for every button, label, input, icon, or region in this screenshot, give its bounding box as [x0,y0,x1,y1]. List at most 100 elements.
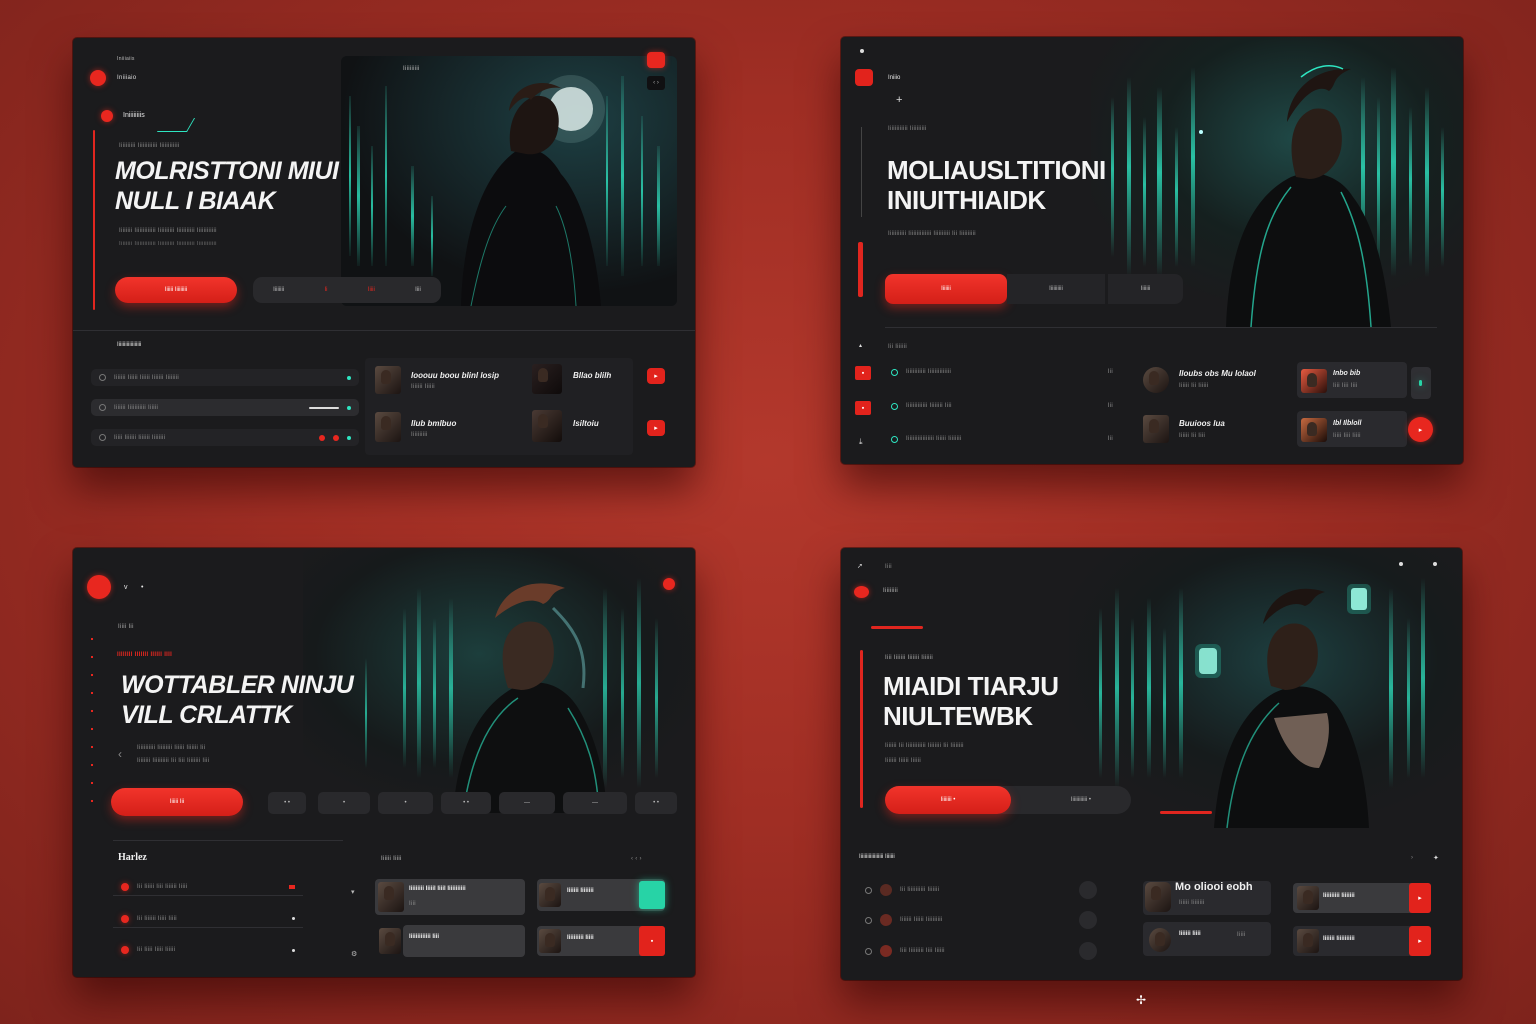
list-item[interactable]: Iiiiiii Iiiiiiiiiii Iiiiii [91,399,359,416]
list-item[interactable]: Iiiiiiiiiiii Iiiiiiiiiiiiii Iii [883,363,1121,381]
logo-icon[interactable] [854,586,869,598]
card-title[interactable]: Iiiiiii Iiiiiiiiiii [1323,936,1355,942]
card-title[interactable]: Isiltoiu [573,419,599,428]
logo-icon[interactable] [90,70,106,86]
segment-control[interactable]: Iiiiiiii Ii Iiiii Iiii [253,277,441,303]
save-button[interactable]: ▪ [639,926,665,956]
record-icon[interactable] [333,434,339,441]
list-item[interactable]: Iiiiiiiiiiiiiiiii Iiiiii Iiiiiiii Iii [883,430,1121,448]
menu-icon[interactable]: ▪ [855,401,871,415]
radio-icon[interactable] [865,916,872,924]
list-item[interactable]: Iii Iiiiiii Iiiii Iiiii [113,910,303,928]
list-item[interactable]: Iiii Iiiiiiiii Iiii Iiiiii [857,941,1105,961]
expand-icon[interactable]: ‹ › [647,76,665,90]
plus-icon[interactable]: + [896,95,902,106]
list-item[interactable]: Iii Iiiiii Iiii Iiiiiii Iiiii [113,878,303,896]
card-title[interactable]: Iiiiiiiiiiiii Iiii [409,934,439,940]
toggle-icon[interactable] [1079,881,1097,899]
pager-icon[interactable]: › [1411,854,1413,863]
card-title[interactable]: Iiiiiii Iiiii [1179,931,1201,937]
expand-icon[interactable]: ▾ [351,888,355,897]
list-item[interactable]: Iii Iiiiiiiiiii Iiiiiii [857,880,1105,900]
radio-icon[interactable] [891,435,898,443]
expand-icon[interactable]: ✦ [1433,854,1439,863]
card-title[interactable]: Iloubs obs Mu Iolaol [1179,369,1256,378]
segment-1[interactable]: Iiiiiiii [273,287,284,293]
secondary-button[interactable]: Iiiiiiiiii [1007,274,1105,304]
progress-slider[interactable] [309,406,339,409]
card-title[interactable]: Bllao blilh [573,371,611,380]
record-icon[interactable] [319,434,325,441]
radio-icon[interactable] [891,402,898,410]
record-icon[interactable] [663,578,675,590]
radio-icon[interactable] [99,374,106,381]
card-thumbnail [1297,886,1319,910]
radio-icon[interactable] [865,947,872,955]
menu-icon[interactable]: ▪ [855,366,871,380]
radio-icon[interactable] [891,368,898,376]
list-item[interactable]: Iii Iiiii Iiiii Iiiiii [113,941,303,959]
segment-button[interactable]: • [378,792,433,814]
record-icon[interactable] [121,914,129,923]
segment-button[interactable]: • [318,792,370,814]
radio-icon[interactable] [865,886,872,894]
card-title[interactable]: Inbo bib [1333,370,1360,377]
list-header: Iiiiiiiiiiiiiiiiii Iiiiiii [859,854,895,860]
hero-headline: MOLRISTTONI MIUI NULL I BIAAK [115,156,339,216]
radio-icon[interactable] [99,404,106,411]
chevron-left-icon[interactable]: ‹ [118,748,122,760]
card[interactable] [403,925,525,957]
segment-button[interactable]: • • [268,792,306,814]
play-button[interactable]: ▸ [1409,883,1431,913]
segment-button[interactable]: • • [441,792,491,814]
primary-button[interactable]: Iiiiiiii • [885,786,1011,814]
top-nav-item[interactable]: Iiii [885,564,892,570]
radio-icon[interactable] [99,434,106,441]
card-title[interactable]: Iooouu boou blinl losip [411,371,499,380]
segment-button[interactable]: — [563,792,627,814]
list-item[interactable]: Iiiiiiiiiiiii Iiiiiiii Iiii Iii [883,397,1121,415]
segment-3[interactable]: Iiiii [368,287,375,293]
nav-arrow-icon[interactable]: ➚ [857,562,863,571]
play-button[interactable]: ▸ [1408,417,1433,442]
card-title[interactable]: Ilub bmlbuo [411,419,456,428]
pin-icon[interactable]: ▴ [859,342,862,351]
settings-icon[interactable]: ⚙ [351,950,357,959]
play-button[interactable]: ▸ [1409,926,1431,956]
card-subtitle: Iiiiiii Iiiiii [411,384,435,390]
mockup-variant-2: Iniiio + Iiiiiiiiiiii Iiiiiiiiii MOLIAUS… [768,0,1536,512]
segment-4[interactable]: Iiii [415,287,421,293]
play-button[interactable] [639,881,665,909]
card-title[interactable]: Buuioos lua [1179,419,1225,428]
record-icon[interactable] [121,882,129,891]
primary-button[interactable]: Iiiiii Iiiiiiiii [115,277,237,303]
list-item[interactable]: Iiiiiii Iiiiii Iiiiiiiiii [857,910,1105,930]
play-button[interactable]: ▸ [647,420,665,436]
card-title[interactable]: Ibl Ilbloll [1333,420,1361,427]
card-title[interactable]: Iiiiiii Iiiiiiii [567,888,594,894]
record-icon[interactable] [121,946,129,954]
close-icon[interactable] [647,52,665,68]
list-item[interactable]: Iiiiiii Iiiiii Iiiiii Iiiiiii Iiiiiiii [91,369,359,386]
card-title[interactable]: Mo oliooi eobh [1175,881,1253,893]
toggle-icon[interactable] [1079,942,1097,960]
nav-item[interactable]: v [124,584,128,591]
download-icon[interactable]: ⤓ [859,437,863,446]
card-title[interactable]: Iiiiiiiiii Iiiiiiii [1323,893,1355,899]
logo-icon[interactable] [855,69,873,86]
card-title[interactable]: Iiiiiiiiii Iiiii [567,935,594,941]
list-item[interactable]: Iiiii Iiiiiii Iiiiiii Iiiiiiii [91,429,359,446]
secondary-button[interactable]: Iiiiiii [1108,274,1183,304]
card-title[interactable]: Iiiiiiiii Iiiiil Iiiil Iiiiiiiiiii [409,886,466,892]
play-button[interactable]: ▸ [647,368,665,384]
primary-button[interactable]: Iiiiii Iii [111,788,243,816]
hero-artwork [341,56,677,306]
logo-icon[interactable] [87,575,111,599]
section-tag: Iniiiiiiiis [123,112,145,119]
segment-button[interactable]: • • [635,792,677,814]
toggle-icon[interactable] [1079,911,1097,929]
segment-button[interactable]: — [499,792,555,814]
segment-2[interactable]: Ii [324,287,327,293]
primary-button[interactable]: Iiiiiii [885,274,1007,304]
nav-item[interactable]: • [141,584,143,591]
